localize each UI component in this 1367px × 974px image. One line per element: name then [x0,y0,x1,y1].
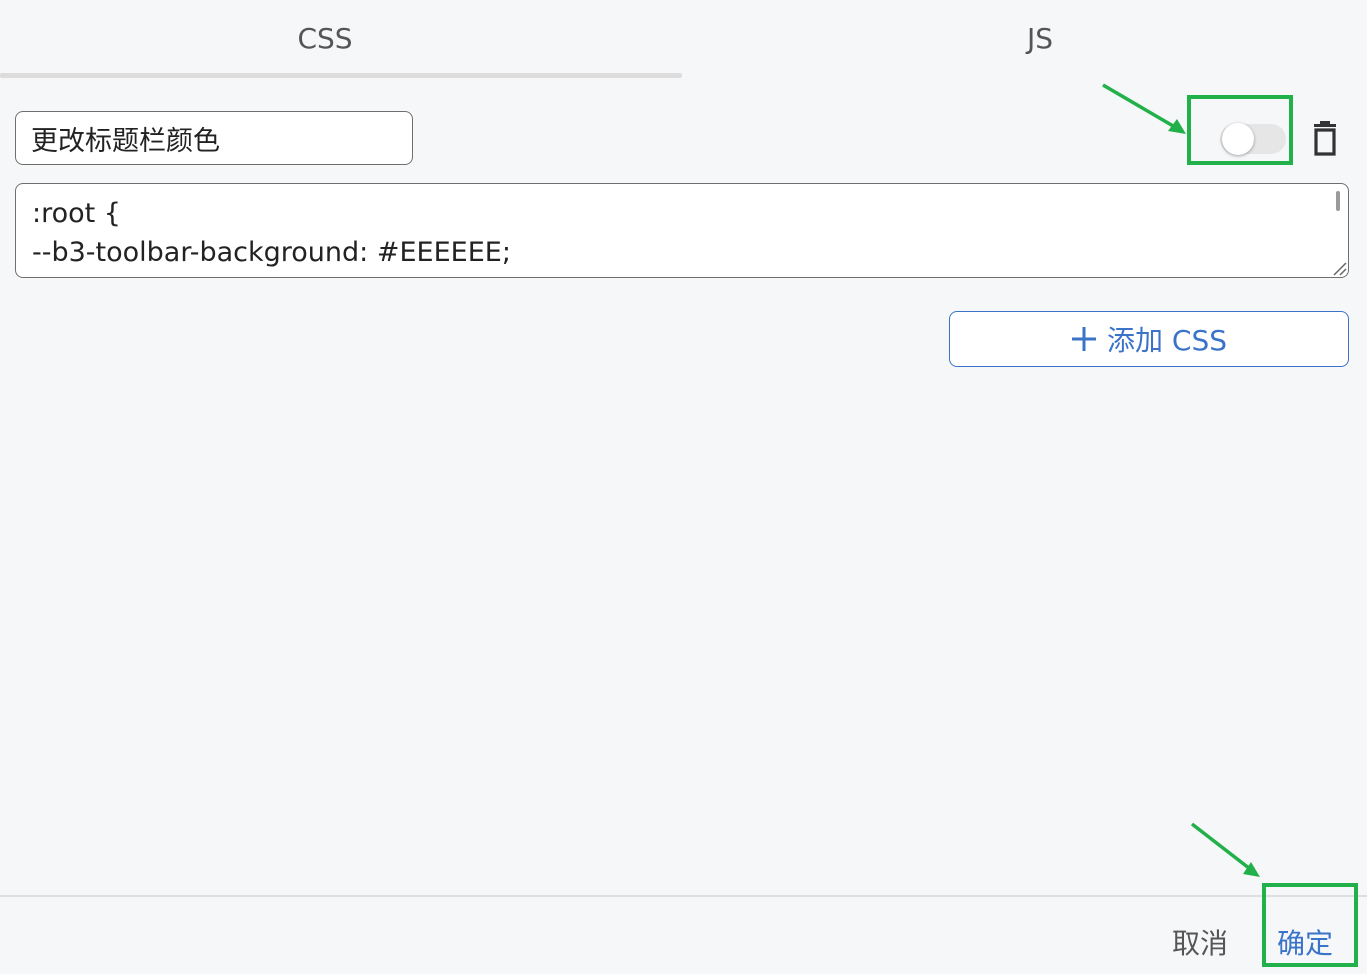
snippet-enable-toggle[interactable] [1220,123,1286,155]
snippet-dialog: CSS JS 更改标题栏颜色 :root { --b3-toolbar-backg… [0,0,1367,974]
snippet-code-editor[interactable]: :root { --b3-toolbar-background: #EEEEEE; [15,183,1349,278]
code-line: :root { [32,198,121,229]
annotation-arrow-icon [1190,822,1260,877]
toggle-knob [1222,123,1254,155]
tab-js[interactable]: JS [720,0,1360,76]
annotation-arrow-icon [1102,83,1186,134]
tab-css[interactable]: CSS [0,0,650,76]
resize-handle-icon[interactable] [1329,258,1347,276]
cancel-button[interactable]: 取消 [1160,915,1240,969]
plus-icon [1072,327,1096,351]
code-line: --b3-toolbar-background: #EEEEEE; [32,237,511,268]
code-scrollbar[interactable] [1336,191,1340,211]
snippet-name-input[interactable]: 更改标题栏颜色 [15,111,413,165]
add-css-button[interactable]: 添加 CSS [949,311,1349,367]
footer-divider [0,895,1367,897]
trash-icon[interactable] [1310,120,1340,158]
tab-active-indicator [0,73,682,78]
confirm-annotation-box [1262,883,1358,967]
add-css-label: 添加 CSS [1107,324,1227,357]
